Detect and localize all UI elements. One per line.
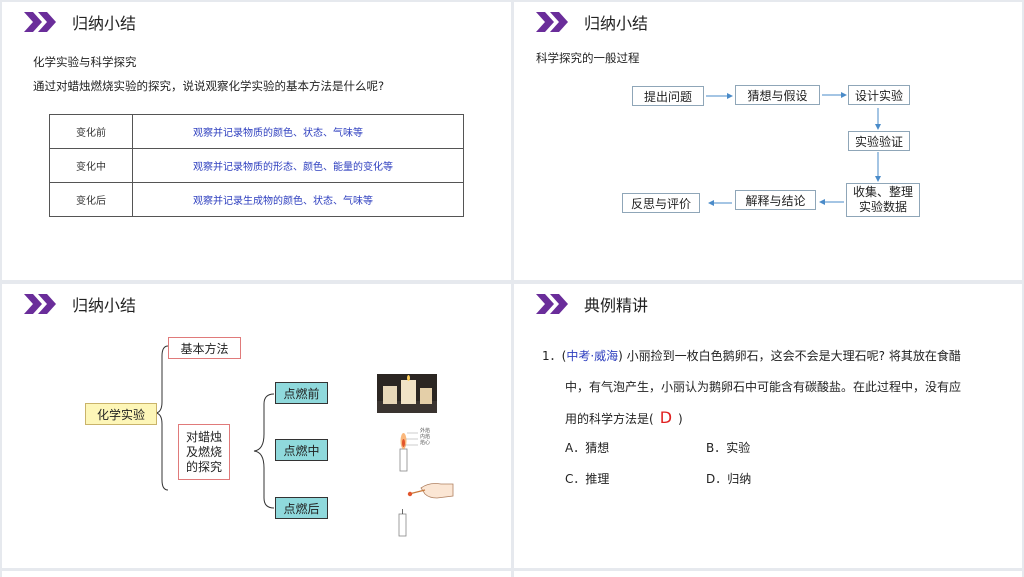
step-collect-data: 收集、整理 实验数据 — [846, 183, 920, 217]
lit-candle-icon — [399, 432, 418, 472]
mindmap-before-ignition: 点燃前 — [275, 382, 328, 404]
description-cell: 观察并记录物质的颜色、状态、气味等 — [132, 114, 464, 149]
step-ask-question: 提出问题 — [632, 86, 704, 106]
branch-line: 及燃烧 — [185, 444, 222, 459]
mindmap-root: 化学实验 — [85, 403, 157, 425]
slide-mindmap: 归纳小结 化学实验 基本方法 对蜡烛 及燃烧 的探究 点燃前 点燃中 点燃后 外… — [2, 284, 511, 568]
slide-summary-observation: 归纳小结 化学实验与科学探究 通过对蜡烛燃烧实验的探究，说说观察化学实验的基本方… — [2, 2, 511, 280]
question-line-2: 中，有气泡产生，小丽认为鹅卵石中可能含有碳酸盐。在此过程中，没有应 — [565, 380, 962, 394]
slide-title: 典例精讲 — [584, 296, 649, 315]
mindmap-during-ignition: 点燃中 — [275, 439, 328, 461]
branch-line: 对蜡烛 — [185, 429, 222, 444]
step-reflect-evaluate: 反思与评价 — [622, 193, 700, 213]
answer-mark: D — [659, 408, 673, 427]
slide-header: 典例精讲 — [536, 292, 648, 316]
stage-cell: 变化中 — [49, 148, 133, 183]
question-source: 中考·威海 — [566, 349, 619, 363]
branch-line: 的探究 — [185, 459, 222, 474]
double-chevron-icon — [24, 12, 58, 32]
question-text: 通过对蜡烛燃烧实验的探究，说说观察化学实验的基本方法是什么呢? — [33, 79, 385, 93]
flame-zone-labels: 外焰 内焰 焰心 — [420, 428, 430, 446]
option-a: A．猜想 — [565, 441, 610, 455]
question-text: ) — [678, 412, 683, 426]
next-slide-edge — [2, 571, 511, 577]
option-c: C．推理 — [565, 472, 610, 486]
table-row: 变化前 观察并记录物质的颜色、状态、气味等 — [49, 114, 464, 149]
description-cell: 观察并记录物质的形态、颜色、能量的变化等 — [132, 148, 464, 183]
option-b: B．实验 — [706, 441, 751, 455]
flow-arrows — [706, 92, 881, 206]
mindmap-basic-method: 基本方法 — [168, 337, 241, 359]
slide-title: 归纳小结 — [72, 14, 137, 33]
slide-inquiry-process: 归纳小结 科学探究的一般过程 提出问题 猜想与假设 设计实验 实验验证 收集、整… — [514, 2, 1022, 280]
mindmap-after-ignition: 点燃后 — [275, 497, 328, 519]
mindmap-candle-inquiry: 对蜡烛 及燃烧 的探究 — [178, 424, 230, 480]
double-chevron-icon — [536, 294, 570, 314]
option-d: D．归纳 — [706, 472, 752, 486]
observation-table: 变化前 观察并记录物质的颜色、状态、气味等 变化中 观察并记录物质的形态、颜色、… — [49, 114, 464, 217]
step-hypothesis: 猜想与假设 — [735, 85, 820, 105]
slide-example-question: 典例精讲 1．(中考·威海) 小丽捡到一枚白色鹅卵石，这会不会是大理石呢? 将其… — [514, 284, 1022, 568]
mindmap-braces — [155, 345, 275, 509]
question-line-1: 1．(中考·威海) 小丽捡到一枚白色鹅卵石，这会不会是大理石呢? 将其放在食醋 — [542, 347, 961, 364]
question-line-3: 用的科学方法是( D) — [565, 408, 683, 427]
stage-cell: 变化后 — [49, 182, 133, 217]
step-verify-experiment: 实验验证 — [848, 131, 910, 151]
step-collect-line2: 实验数据 — [858, 200, 907, 214]
flame-label: 焰心 — [420, 440, 431, 446]
question-text: 用的科学方法是( — [565, 412, 654, 426]
next-slide-edge — [514, 571, 1022, 577]
step-collect-line1: 收集、整理 — [852, 185, 913, 199]
table-row: 变化后 观察并记录生成物的颜色、状态、气味等 — [49, 182, 464, 217]
extinguished-candle-icon — [398, 509, 407, 537]
table-row: 变化中 观察并记录物质的形态、颜色、能量的变化等 — [49, 148, 464, 183]
step-explain-conclude: 解释与结论 — [735, 190, 816, 210]
description-cell: 观察并记录生成物的颜色、状态、气味等 — [132, 182, 464, 217]
question-text: ) 小丽捡到一枚白色鹅卵石，这会不会是大理石呢? 将其放在食醋 — [618, 349, 961, 363]
slide-header: 归纳小结 — [24, 10, 136, 34]
question-number: 1．( — [542, 349, 567, 363]
step-design-experiment: 设计实验 — [848, 85, 910, 105]
hand-holding-match-icon — [407, 483, 454, 499]
candles-photo — [377, 374, 437, 413]
stage-cell: 变化前 — [49, 114, 133, 149]
section-subtitle: 化学实验与科学探究 — [33, 55, 137, 69]
